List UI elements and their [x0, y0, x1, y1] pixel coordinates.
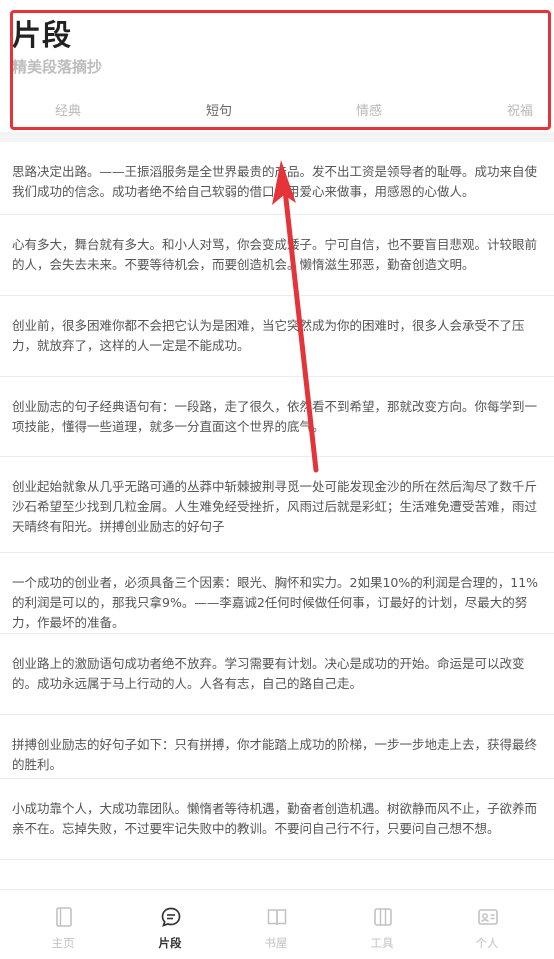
snippet-text: 心有多大，舞台就有多大。和小人对骂，你会变成矮子。宁可自信，也不要盲目悲观。计较… — [12, 237, 538, 272]
tab-emotion[interactable]: 情感 — [329, 100, 409, 119]
list-item[interactable]: 心有多大，舞台就有多大。和小人对骂，你会变成矮子。宁可自信，也不要盲目悲观。计较… — [0, 215, 554, 296]
list-item[interactable]: 一个成功的创业者，必须具备三个因素：眼光、胸怀和实力。2如果10%的利润是合理的… — [0, 553, 554, 634]
nav-label: 书屋 — [264, 936, 288, 950]
nav-profile[interactable]: 个人 — [432, 890, 542, 959]
tab-classic[interactable]: 经典 — [28, 100, 108, 119]
snippet-text: 一个成功的创业者，必须具备三个因素：眼光、胸怀和实力。2如果10%的利润是合理的… — [12, 575, 539, 630]
snippet-text: 创业励志的句子经典语句有：一段路，走了很久，依然看不到希望，那就改变方向。你每学… — [12, 399, 538, 434]
page-title: 片段 — [12, 18, 73, 52]
list-item[interactable]: 小成功靠个人，大成功靠团队。懒惰者等待机遇，勤奋者创造机遇。树欲静而风不止，子欲… — [0, 779, 554, 860]
list-item[interactable]: 拼搏创业励志的好句子如下：只有拼搏，你才能踏上成功的阶梯，一步一步地走上去，获得… — [0, 715, 554, 779]
snippet-text: 思路决定出路。——王振滔服务是全世界最贵的产品。发不出工资是领导者的耻辱。成功来… — [12, 164, 538, 199]
list-item[interactable]: 创业前，很多困难你都不会把它认为是困难，当它突然成为你的困难时，很多人会承受不了… — [0, 296, 554, 377]
snippet-text: 创业前，很多困难你都不会把它认为是困难，当它突然成为你的困难时，很多人会承受不了… — [12, 318, 525, 353]
nav-snippets[interactable]: 片段 — [115, 890, 225, 959]
active-tab-indicator — [144, 127, 294, 130]
snippet-text: 创业起始就象从几乎无路可通的丛莽中斩棘披荆寻觅一处可能发现金沙的所在然后淘尽了数… — [12, 479, 538, 534]
tab-bar: 经典 短句 情感 祝福 — [0, 92, 554, 132]
open-book-icon — [267, 909, 287, 926]
nav-label: 主页 — [51, 936, 75, 950]
nav-label: 个人 — [475, 936, 499, 950]
tab-short-sentences[interactable]: 短句 — [179, 100, 259, 119]
snippet-text: 小成功靠个人，大成功靠团队。懒惰者等待机遇，勤奋者创造机遇。树欲静而风不止，子欲… — [12, 801, 538, 836]
tab-blessing[interactable]: 祝福 — [480, 100, 554, 119]
id-card-icon — [478, 909, 498, 925]
divider — [0, 132, 554, 142]
snippet-text: 创业路上的激励语句成功者绝不放弃。学习需要有计划。决心是成功的开始。命运是可以改… — [12, 656, 525, 691]
nav-tools[interactable]: 工具 — [327, 890, 437, 959]
snippet-text: 拼搏创业励志的好句子如下：只有拼搏，你才能踏上成功的阶梯，一步一步地走上去，获得… — [12, 737, 538, 772]
nav-bookstore[interactable]: 书屋 — [221, 890, 331, 959]
list-item[interactable]: 创业励志的句子经典语句有：一段路，走了很久，依然看不到希望，那就改变方向。你每学… — [0, 377, 554, 457]
list-item[interactable]: 创业起始就象从几乎无路可通的丛莽中斩棘披荆寻觅一处可能发现金沙的所在然后淘尽了数… — [0, 457, 554, 553]
header: 片段 精美段落摘抄 经典 短句 情感 祝福 — [0, 0, 554, 132]
snippet-list[interactable]: 思路决定出路。——王振滔服务是全世界最贵的产品。发不出工资是领导者的耻辱。成功来… — [0, 142, 554, 889]
nav-label: 工具 — [370, 936, 394, 950]
chat-bubble-icon — [161, 907, 181, 927]
book-icon — [56, 907, 72, 927]
app-root: 片段 精美段落摘抄 经典 短句 情感 祝福 思路决定出路。——王振滔服务是全世界… — [0, 0, 554, 959]
page-subtitle: 精美段落摘抄 — [12, 58, 103, 76]
nav-label: 片段 — [158, 936, 182, 950]
nav-home[interactable]: 主页 — [8, 890, 118, 959]
bottom-nav: 主页 片段 书屋 工具 个人 — [0, 889, 554, 959]
list-item[interactable]: 思路决定出路。——王振滔服务是全世界最贵的产品。发不出工资是领导者的耻辱。成功来… — [0, 142, 554, 215]
list-item[interactable]: 创业路上的激励语句成功者绝不放弃。学习需要有计划。决心是成功的开始。命运是可以改… — [0, 634, 554, 715]
toolbox-icon — [374, 908, 392, 926]
